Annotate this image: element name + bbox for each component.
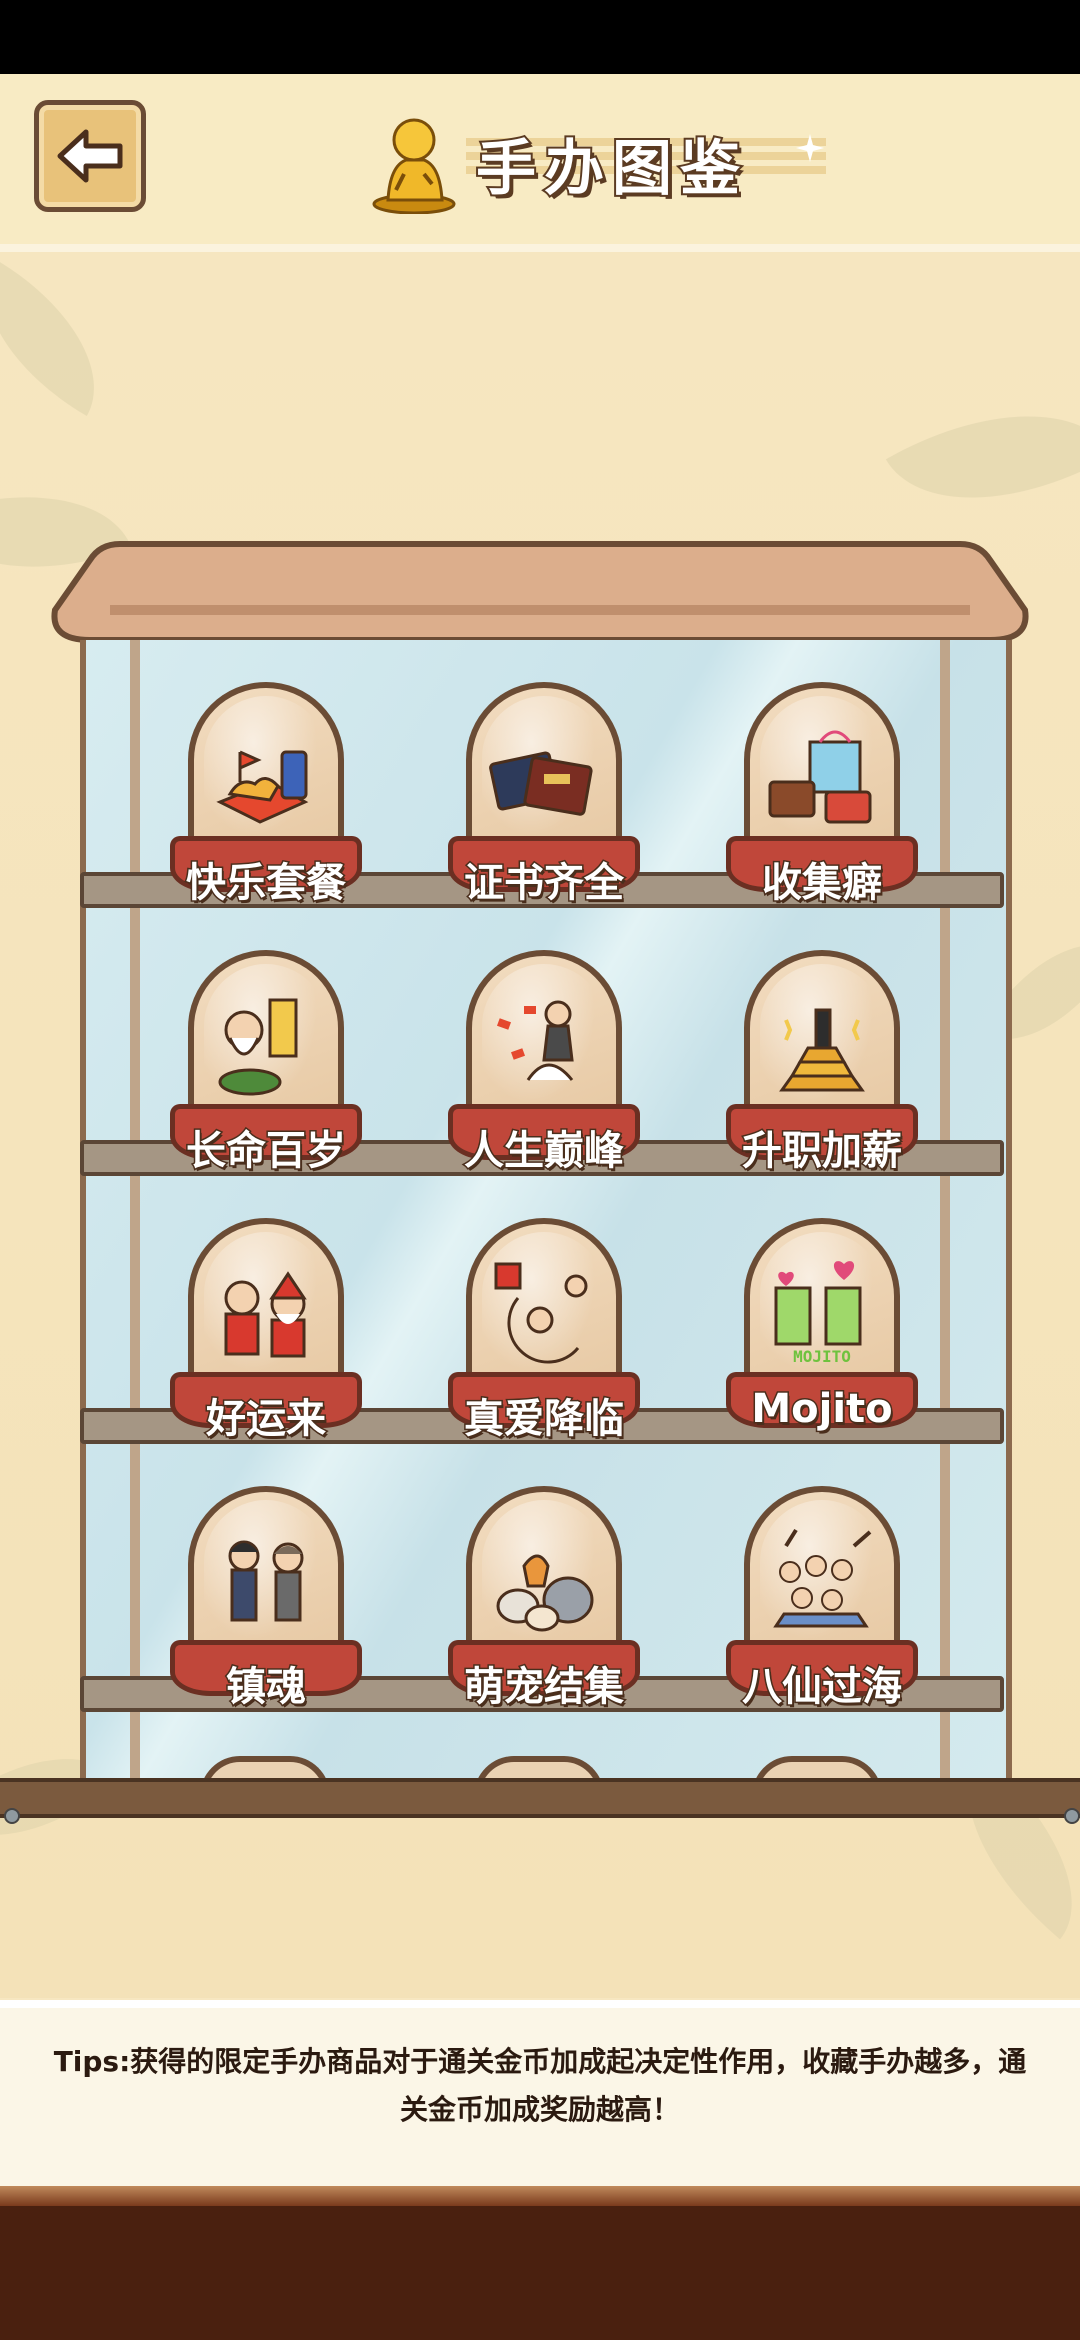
cats-group-art <box>496 1554 594 1632</box>
floor-edge <box>0 2186 1080 2206</box>
old-man-turtle-art <box>218 998 298 1096</box>
fast-food-meal-art <box>216 750 309 824</box>
golden-figurine-icon <box>372 118 456 214</box>
cabinet-base <box>0 1778 1080 1818</box>
mojito-sign: MOJITO <box>793 1347 851 1366</box>
sparkle-icon <box>796 134 824 162</box>
status-bar <box>0 0 1080 74</box>
page-title: 手办图鉴 <box>366 104 826 214</box>
figure-label: 证书齐全 <box>463 859 626 908</box>
cupid-moon-art <box>494 1262 588 1364</box>
eight-immortals-art <box>773 1528 872 1628</box>
figure-item[interactable]: 镇魂 <box>166 1486 366 1716</box>
figure-label: Mojito <box>750 1385 894 1434</box>
figure-item[interactable]: MOJITO Mojito <box>722 1218 922 1448</box>
fortune-gods-art <box>224 1271 307 1358</box>
certificates-art <box>489 751 593 816</box>
figure-item[interactable]: 证书齐全 <box>444 682 644 912</box>
header-divider <box>0 244 1080 252</box>
figure-item[interactable]: 八仙过海 <box>722 1486 922 1716</box>
arrow-left-icon <box>57 129 123 183</box>
figure-item[interactable]: 人生巅峰 <box>444 950 644 1180</box>
cabinet-post <box>940 640 950 1790</box>
figure-item[interactable]: 好运来 <box>166 1218 366 1448</box>
figure-item[interactable]: 快乐套餐 <box>166 682 366 912</box>
shopping-bags-art <box>768 730 872 824</box>
figure-item[interactable]: 升职加薪 <box>722 950 922 1180</box>
cabinet-post <box>130 640 140 1790</box>
bolt-icon <box>4 1808 20 1824</box>
figure-label: 萌宠结集 <box>463 1663 626 1712</box>
back-button[interactable] <box>34 100 146 212</box>
figure-label: 八仙过海 <box>741 1663 904 1712</box>
page-title-text: 手办图鉴 <box>474 132 748 206</box>
tips-text: Tips:获得的限定手办商品对于通关金币加成起决定性作用，收藏手办越多，通关金币… <box>53 2045 1027 2126</box>
figure-label: 收集癖 <box>761 859 884 908</box>
figure-label: 真爱降临 <box>463 1395 626 1444</box>
figure-item[interactable]: 真爱降临 <box>444 1218 644 1448</box>
figure-label: 快乐套餐 <box>185 859 348 908</box>
cabinet-roof <box>51 541 1029 643</box>
figure-label: 好运来 <box>205 1395 328 1444</box>
floor <box>0 2186 1080 2340</box>
figure-label: 长命百岁 <box>185 1127 348 1176</box>
figure-label: 镇魂 <box>225 1663 308 1712</box>
figure-item[interactable]: 收集癖 <box>722 682 922 912</box>
money-shower-art <box>496 1000 574 1081</box>
figure-item[interactable]: 萌宠结集 <box>444 1486 644 1716</box>
figure-item[interactable]: 长命百岁 <box>166 950 366 1180</box>
tips-panel: Tips:获得的限定手办商品对于通关金币加成起决定性作用，收藏手办越多，通关金币… <box>0 2000 1080 2186</box>
two-men-art <box>228 1540 304 1622</box>
gold-bars-art <box>779 1008 865 1092</box>
figure-label: 升职加薪 <box>741 1127 904 1176</box>
mojito-drinks-art: MOJITO <box>774 1261 862 1366</box>
figure-label: 人生巅峰 <box>463 1127 626 1176</box>
bolt-icon <box>1064 1808 1080 1824</box>
